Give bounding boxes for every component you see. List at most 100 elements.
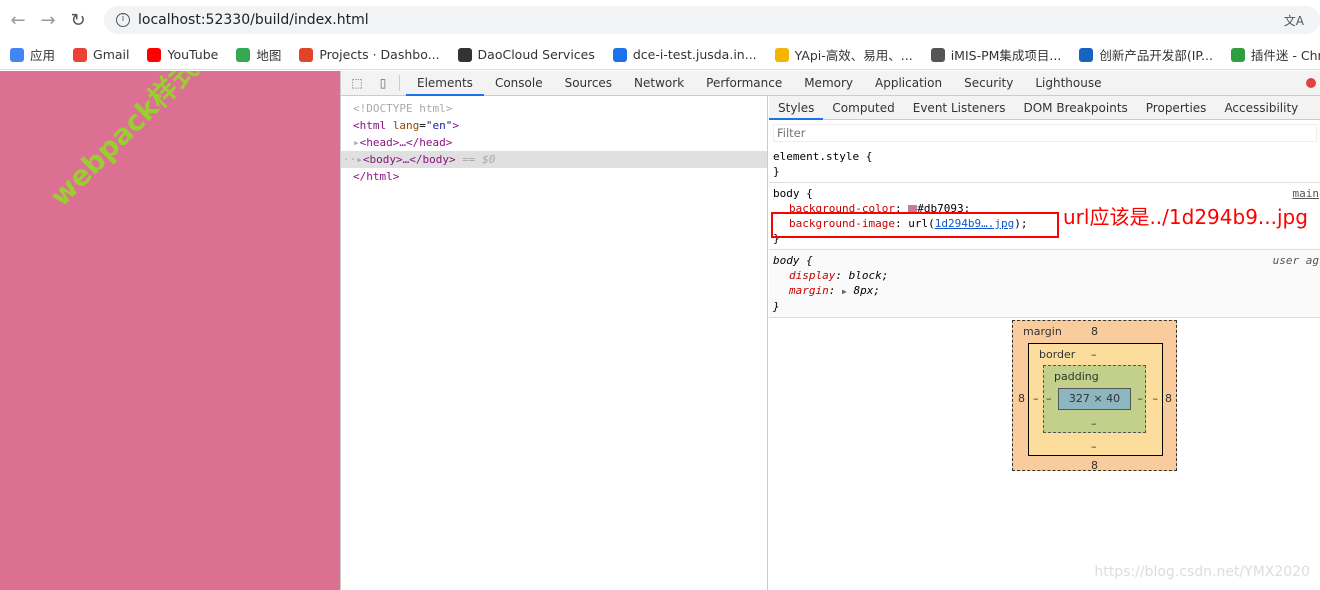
margin-label: margin [1023, 325, 1062, 338]
bookmark-item[interactable]: dce-i-test.jusda.in... [612, 47, 757, 62]
bookmark-item[interactable]: Projects · Dashbo... [299, 47, 440, 62]
translate-icon[interactable]: 文A [1284, 12, 1304, 29]
lang-value: "en" [425, 119, 453, 132]
tab-memory[interactable]: Memory [793, 71, 864, 96]
source-label: user ag [1272, 254, 1319, 267]
bookmark-label: 地图 [256, 48, 282, 63]
bookmark-item[interactable]: Gmail [73, 47, 129, 62]
styles-tabs: Styles Computed Event Listeners DOM Breakpo… [769, 96, 1320, 120]
bookmark-item[interactable]: 地图 [236, 45, 281, 64]
dom-html[interactable]: <html lang="en"> [341, 117, 767, 134]
bookmark-favicon-icon [1230, 47, 1245, 62]
selected-marker: == $0 [455, 153, 496, 166]
tab-sources[interactable]: Sources [554, 71, 623, 96]
bookmark-favicon-icon [930, 47, 945, 62]
error-indicator-icon[interactable] [1306, 78, 1316, 88]
filter-input[interactable] [773, 124, 1317, 142]
dom-tree: <!DOCTYPE html> <html lang="en"> ▸<head>… [341, 96, 768, 590]
prop-value: block; [848, 269, 889, 282]
back-icon[interactable]: ← [6, 10, 30, 31]
bookmark-favicon-icon [299, 47, 314, 62]
bookmark-favicon-icon [1079, 47, 1094, 62]
tab-application[interactable]: Application [864, 71, 953, 96]
device-toggle-icon[interactable]: ▯ [373, 76, 393, 90]
bookmarks-bar: 应用 Gmail YouTube 地图 Projects · Dashbo... DaoC… [0, 40, 1320, 70]
reload-icon[interactable]: ↻ [66, 10, 90, 31]
prop-name: display [789, 269, 836, 282]
bookmark-favicon-icon [147, 47, 162, 62]
padding-label: padding [1054, 370, 1099, 383]
bookmark-label: 创新产品开发部(IP... [1099, 48, 1213, 63]
bookmark-item[interactable]: iMIS-PM集成项目... [930, 45, 1062, 64]
styles-tab-computed[interactable]: Computed [823, 96, 903, 120]
styles-tab-accessibility[interactable]: Accessibility [1215, 96, 1307, 120]
dom-head[interactable]: ▸<head>…</head> [341, 134, 767, 151]
padding-right: – [1137, 392, 1144, 405]
bookmark-item[interactable]: YouTube [147, 47, 218, 62]
element-style-rule: element.style { } [769, 146, 1320, 183]
bookmark-item[interactable]: YApi-高效、易用、... [774, 45, 913, 64]
styles-tab-properties[interactable]: Properties [1137, 96, 1216, 120]
ua-body-rule: user ag body { display: block; margin: ▶… [769, 250, 1320, 318]
bg-image-prop[interactable]: background-image: url(1d294b9….jpg); url… [771, 207, 1317, 238]
watermark-text: webpack样式编 [43, 71, 225, 213]
head-tag: <head>…</head> [359, 136, 453, 149]
inspect-icon[interactable]: ⬚ [347, 76, 367, 90]
bookmark-item[interactable]: 创新产品开发部(IP... [1079, 45, 1213, 64]
bookmark-label: iMIS-PM集成项目... [950, 48, 1062, 63]
body-rule: main body { background-color: #db7093; b… [769, 183, 1320, 250]
bookmark-item[interactable]: 插件迷 - Chro [1230, 45, 1320, 64]
bookmark-favicon-icon [10, 47, 24, 62]
bookmark-favicon-icon [612, 47, 627, 62]
display-prop: display: block; [789, 269, 889, 282]
bookmark-label: Projects · Dashbo... [319, 47, 440, 62]
content-box: 327 × 40 [1058, 388, 1131, 410]
bookmark-label: Gmail [93, 47, 130, 62]
styles-tab-event-listeners[interactable]: Event Listeners [904, 96, 1015, 120]
border-right: – [1152, 392, 1159, 405]
devtools-panel: ⬚ ▯ Elements Console Sources Network Perform… [340, 71, 1320, 590]
tab-security[interactable]: Security [953, 71, 1024, 96]
lang-attr: lang [392, 119, 420, 132]
bookmark-favicon-icon [236, 47, 251, 62]
highlight-box [771, 212, 1059, 238]
padding-box: padding – – – 327 × 40 [1043, 365, 1146, 433]
tab-lighthouse[interactable]: Lighthouse [1024, 71, 1112, 96]
source-link[interactable]: main [1293, 186, 1320, 201]
styles-tab-styles[interactable]: Styles [769, 96, 824, 120]
info-icon[interactable]: i [116, 13, 130, 27]
tab-console[interactable]: Console [484, 71, 554, 96]
bookmark-label: dce-i-test.jusda.in... [632, 47, 757, 62]
tab-network[interactable]: Network [623, 71, 695, 96]
devtools-toolbar: ⬚ ▯ Elements Console Sources Network Perform… [341, 71, 1320, 96]
selector: body { [773, 187, 813, 200]
selector: element.style { [773, 150, 873, 163]
prop-name: margin [789, 284, 829, 297]
margin-right: 8 [1165, 392, 1172, 405]
styles-pane: Styles Computed Event Listeners DOM Breakpo… [769, 96, 1320, 590]
prop-value: 8px; [853, 284, 880, 297]
address-bar-row: ← → ↻ i localhost:52330/build/index.html… [0, 0, 1320, 40]
page-viewport: webpack样式编 [0, 71, 340, 590]
dom-body[interactable]: ··▸<body>…</body> == $0 [341, 151, 767, 168]
bookmark-label: YouTube [167, 47, 219, 62]
bookmark-label: DaoCloud Services [477, 47, 595, 62]
tab-elements[interactable]: Elements [406, 71, 484, 96]
bookmark-label: YApi-高效、易用、... [794, 48, 913, 63]
styles-tab-dom-breakpoints[interactable]: DOM Breakpoints [1014, 96, 1136, 120]
url-input[interactable]: i localhost:52330/build/index.html 文A [104, 6, 1320, 34]
brace: } [773, 300, 780, 313]
bookmark-label: 插件迷 - Chro [1250, 48, 1320, 63]
bookmark-item[interactable]: 应用 [10, 45, 55, 64]
dom-doctype[interactable]: <!DOCTYPE html> [341, 100, 767, 117]
margin-prop: margin: ▶ 8px; [789, 284, 880, 297]
box-model-diagram: margin 8 8 8 8 border – – – – padding – … [1012, 320, 1177, 472]
html-tag: <html [353, 119, 387, 132]
url-text: localhost:52330/build/index.html [138, 12, 369, 28]
selector: body { [773, 254, 813, 267]
border-label: border [1039, 348, 1076, 361]
forward-icon[interactable]: → [36, 10, 60, 31]
tab-performance[interactable]: Performance [695, 71, 793, 96]
dom-html-close[interactable]: </html> [341, 168, 767, 185]
bookmark-item[interactable]: DaoCloud Services [457, 47, 595, 62]
